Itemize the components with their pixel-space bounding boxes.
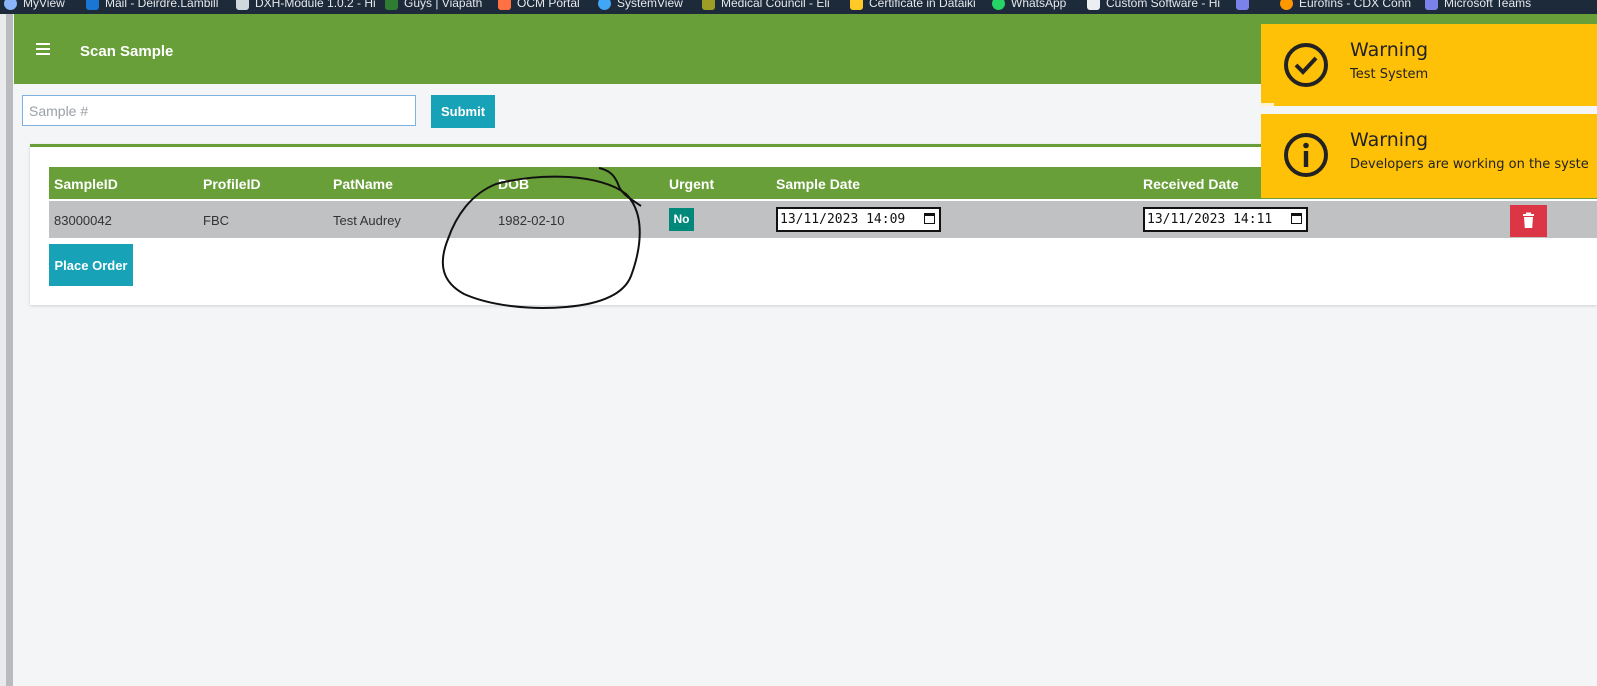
bookmark-microsoft-teams[interactable]: Microsoft Teams [1425, 0, 1531, 10]
toast-message: Test System [1350, 67, 1429, 82]
cell-sample-id: 83000042 [54, 213, 112, 228]
whatsapp-icon [992, 0, 1005, 10]
toast-message: Developers are working on the syste [1350, 157, 1589, 172]
chart-icon [236, 0, 249, 10]
table-row: 83000042 FBC Test Audrey 1982-02-10 No 1… [49, 201, 1597, 238]
warning-toast[interactable]: Warning Developers are working on the sy… [1261, 114, 1597, 198]
sample-date-value: 13/11/2023 14:09 [780, 212, 906, 227]
toast-title: Warning [1350, 129, 1429, 151]
bookmark-systemview[interactable]: SystemView [598, 0, 683, 10]
warning-toast[interactable]: Warning Test System [1261, 24, 1597, 106]
bookmark-eurofins[interactable]: Eurofins - CDX Conn [1280, 0, 1411, 10]
bookmark-whatsapp[interactable]: WhatsApp [992, 0, 1066, 10]
column-header-urgent: Urgent [669, 176, 715, 192]
certificate-icon [850, 0, 863, 10]
globe-icon [598, 0, 611, 10]
sample-date-input[interactable]: 13/11/2023 14:09 [776, 207, 941, 232]
column-header-patname: PatName [333, 176, 393, 192]
bookmark-myview[interactable]: MyView [4, 0, 65, 10]
eurofins-icon [1280, 0, 1293, 10]
cell-patient-name: Test Audrey [333, 213, 401, 228]
refresh-icon [4, 0, 17, 10]
column-header-sampleid: SampleID [54, 176, 118, 192]
column-header-received-date: Received Date [1143, 176, 1239, 192]
delete-row-button[interactable] [1510, 205, 1547, 237]
info-circle-icon [1284, 133, 1328, 177]
teams-icon [1236, 0, 1249, 10]
bookmark-dxh-module[interactable]: DXH-Module 1.0.2 - Hi [236, 0, 376, 10]
column-header-dob: DOB [498, 176, 530, 192]
bookmark-custom-software[interactable]: Custom Software - Hi [1087, 0, 1220, 10]
check-circle-icon [1284, 43, 1328, 87]
bookmark-mail[interactable]: Mail - Deirdre.Lambill [86, 0, 218, 10]
sample-number-input[interactable] [22, 95, 416, 126]
calendar-icon[interactable] [924, 213, 935, 224]
bookmarks-bar: MyView Mail - Deirdre.Lambill DXH-Module… [0, 0, 1597, 14]
calendar-icon[interactable] [1291, 213, 1302, 224]
toast-progress-bar [1261, 103, 1275, 106]
hamburger-menu-icon[interactable] [36, 43, 50, 56]
bookmark-ocm-portal[interactable]: OCM Portal [498, 0, 580, 10]
bookmark-certificate[interactable]: Certificate in Dataiki [850, 0, 976, 10]
window-left-edge [0, 14, 13, 686]
bookmark-medical-council[interactable]: Medical Council - Eli [702, 0, 830, 10]
column-header-sample-date: Sample Date [776, 176, 861, 192]
column-header-profileid: ProfileID [203, 176, 261, 192]
submit-button[interactable]: Submit [431, 95, 495, 128]
urgent-badge[interactable]: No [669, 208, 694, 231]
place-order-button[interactable]: Place Order [49, 244, 133, 286]
trash-icon [1523, 212, 1534, 228]
received-date-input[interactable]: 13/11/2023 14:11 [1143, 207, 1308, 232]
bookmark-viapath[interactable]: Guys | Viapath [385, 0, 482, 10]
received-date-value: 13/11/2023 14:11 [1147, 212, 1273, 227]
window-edge-bar [6, 14, 13, 686]
viapath-icon [385, 0, 398, 10]
document-icon [1087, 0, 1100, 10]
shield-icon [702, 0, 715, 10]
outlook-icon [86, 0, 99, 10]
cell-profile-id: FBC [203, 213, 229, 228]
page-title: Scan Sample [80, 43, 174, 60]
bookmark-unnamed[interactable] [1236, 0, 1255, 10]
cell-dob: 1982-02-10 [498, 213, 565, 228]
toast-title: Warning [1350, 39, 1429, 61]
teams-icon [1425, 0, 1438, 10]
portal-icon [498, 0, 511, 10]
